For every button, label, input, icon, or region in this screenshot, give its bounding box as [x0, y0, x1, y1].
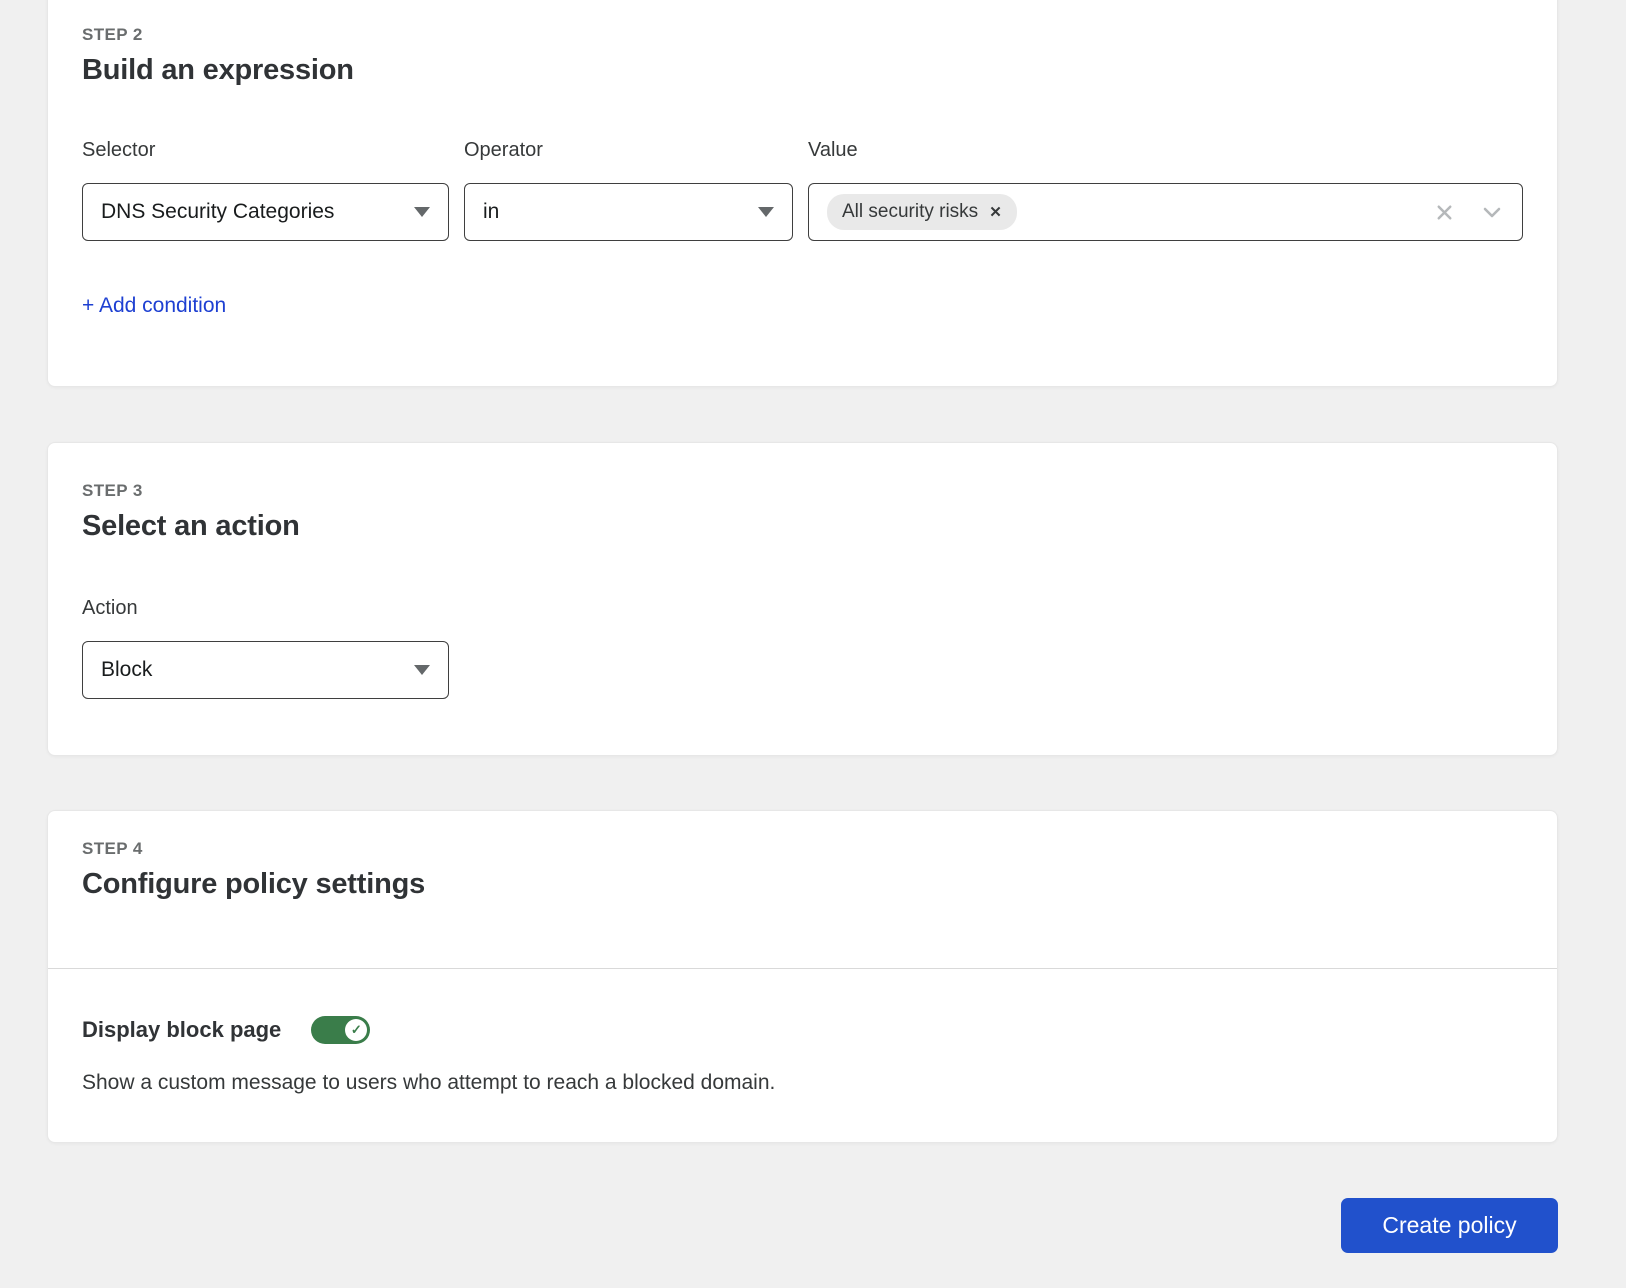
display-block-page-toggle[interactable]: ✓ [311, 1016, 371, 1044]
action-label: Action [82, 597, 138, 619]
selector-dropdown[interactable]: DNS Security Categories [82, 183, 449, 241]
operator-label: Operator [464, 139, 543, 161]
operator-dropdown[interactable]: in [464, 183, 793, 241]
selector-column: Selector DNS Security Categories [82, 139, 449, 241]
value-chip-label: All security risks [842, 201, 979, 222]
value-label: Value [808, 139, 858, 161]
chevron-down-icon[interactable] [1480, 200, 1504, 224]
chevron-down-icon [414, 665, 430, 675]
display-block-page-row: Display block page ✓ [82, 1016, 1523, 1044]
step4-body: Display block page ✓ Show a custom messa… [48, 969, 1557, 1095]
step4-label: STEP 4 [82, 839, 143, 858]
selector-label: Selector [82, 139, 156, 161]
add-condition-link[interactable]: + Add condition [82, 294, 226, 318]
action-value: Block [101, 658, 153, 681]
step4-header: STEP 4 Configure policy settings [48, 811, 1557, 969]
selector-value: DNS Security Categories [101, 200, 335, 223]
value-column: Value All security risks ✕ [808, 139, 1523, 241]
chip-remove-icon[interactable]: ✕ [989, 205, 1002, 220]
display-block-page-description: Show a custom message to users who attem… [82, 1071, 776, 1094]
clear-icon[interactable] [1433, 201, 1456, 224]
step3-label: STEP 3 [82, 481, 143, 500]
operator-column: Operator in [464, 139, 793, 241]
create-policy-button[interactable]: Create policy [1341, 1198, 1558, 1253]
step2-title: Build an expression [82, 54, 354, 86]
display-block-page-label: Display block page [82, 1017, 282, 1042]
step4-title: Configure policy settings [82, 868, 426, 900]
value-multiselect[interactable]: All security risks ✕ [808, 183, 1523, 241]
chevron-down-icon [758, 207, 774, 217]
chevron-down-icon [414, 207, 430, 217]
step4-card: STEP 4 Configure policy settings Display… [47, 810, 1558, 1143]
step3-card: STEP 3 Select an action Action Block [47, 442, 1558, 756]
action-dropdown[interactable]: Block [82, 641, 449, 699]
step3-title: Select an action [82, 510, 300, 542]
expression-builder-row: Selector DNS Security Categories Operato… [82, 139, 1523, 241]
value-field-icons [1433, 200, 1504, 224]
action-field: Action Block [82, 597, 1523, 699]
value-chip: All security risks ✕ [827, 194, 1017, 230]
step2-label: STEP 2 [82, 25, 143, 44]
check-icon: ✓ [345, 1019, 368, 1041]
step2-card: STEP 2 Build an expression Selector DNS … [47, 0, 1558, 387]
operator-value: in [483, 200, 500, 223]
